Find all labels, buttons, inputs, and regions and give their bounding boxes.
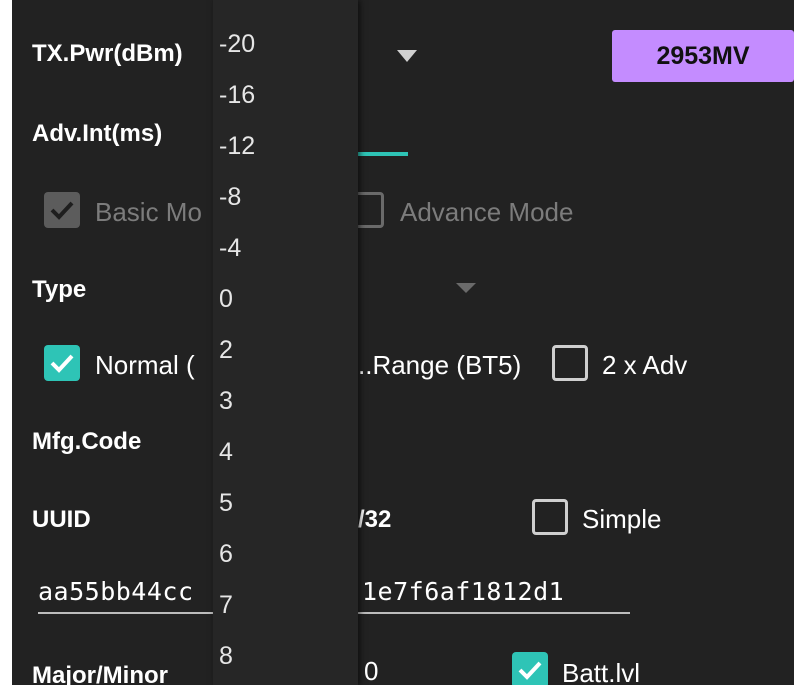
- uuid-value-left[interactable]: aa55bb44cc: [38, 577, 194, 606]
- tx-power-option[interactable]: 3: [219, 387, 233, 416]
- uuid-value-right[interactable]: 1e7f6af1812d1: [362, 577, 564, 606]
- tx-power-option[interactable]: 8: [219, 642, 233, 671]
- basic-mode-label: Basic Mo: [95, 197, 202, 227]
- normal-type-label: Normal (: [95, 350, 195, 380]
- check-icon: [518, 661, 542, 680]
- adv-interval-input-underline[interactable]: [358, 152, 408, 156]
- long-range-label: ..Range (BT5): [358, 350, 522, 380]
- simple-checkbox[interactable]: [532, 499, 568, 535]
- tx-power-option[interactable]: -20: [219, 30, 255, 59]
- uuid-label: UUID: [32, 506, 91, 533]
- power-mv-button[interactable]: 2953MV: [612, 30, 794, 82]
- uuid-format-label: /32: [358, 506, 392, 533]
- uuid-input-underline-right: [358, 612, 630, 614]
- tx-power-option[interactable]: 7: [219, 591, 233, 620]
- tx-power-option[interactable]: 6: [219, 540, 233, 569]
- tx-power-option[interactable]: -4: [219, 234, 241, 263]
- tx-power-dropdown-arrow-icon[interactable]: [397, 50, 417, 62]
- normal-type-checkbox[interactable]: [44, 345, 80, 381]
- tx-power-option[interactable]: 4: [219, 438, 233, 467]
- type-dropdown-arrow-icon[interactable]: [456, 283, 476, 293]
- batt-level-label: Batt.lvl: [562, 658, 641, 685]
- adv-interval-label: Adv.Int(ms): [32, 120, 163, 147]
- mfg-code-label: Mfg.Code: [32, 428, 142, 455]
- tx-power-option[interactable]: -8: [219, 183, 241, 212]
- simple-label: Simple: [582, 504, 662, 534]
- tx-power-option[interactable]: 5: [219, 489, 233, 518]
- major-minor-value[interactable]: 0: [364, 656, 378, 685]
- double-adv-checkbox[interactable]: [552, 345, 588, 381]
- tx-power-option[interactable]: 2: [219, 336, 233, 365]
- major-minor-label: Major/Minor: [32, 662, 168, 685]
- batt-level-checkbox[interactable]: [512, 652, 548, 685]
- beacon-config-screen: TX.Pwr(dBm) 2953MV Adv.Int(ms) Basic Mo …: [12, 0, 794, 685]
- uuid-input-underline-left: [38, 612, 218, 614]
- check-icon: [50, 201, 74, 220]
- tx-power-option[interactable]: -12: [219, 132, 255, 161]
- tx-power-option[interactable]: -16: [219, 81, 255, 110]
- double-adv-label: 2 x Adv: [602, 350, 688, 380]
- type-label: Type: [32, 276, 87, 303]
- advance-mode-label: Advance Mode: [400, 197, 574, 227]
- tx-power-option[interactable]: 0: [219, 285, 233, 314]
- tx-power-dropdown-list[interactable]: -20 -16 -12 -8 -4 0 2 3 4 5 6 7 8: [213, 0, 358, 685]
- basic-mode-checkbox[interactable]: [44, 192, 80, 228]
- check-icon: [50, 354, 74, 373]
- tx-power-label: TX.Pwr(dBm): [32, 40, 183, 67]
